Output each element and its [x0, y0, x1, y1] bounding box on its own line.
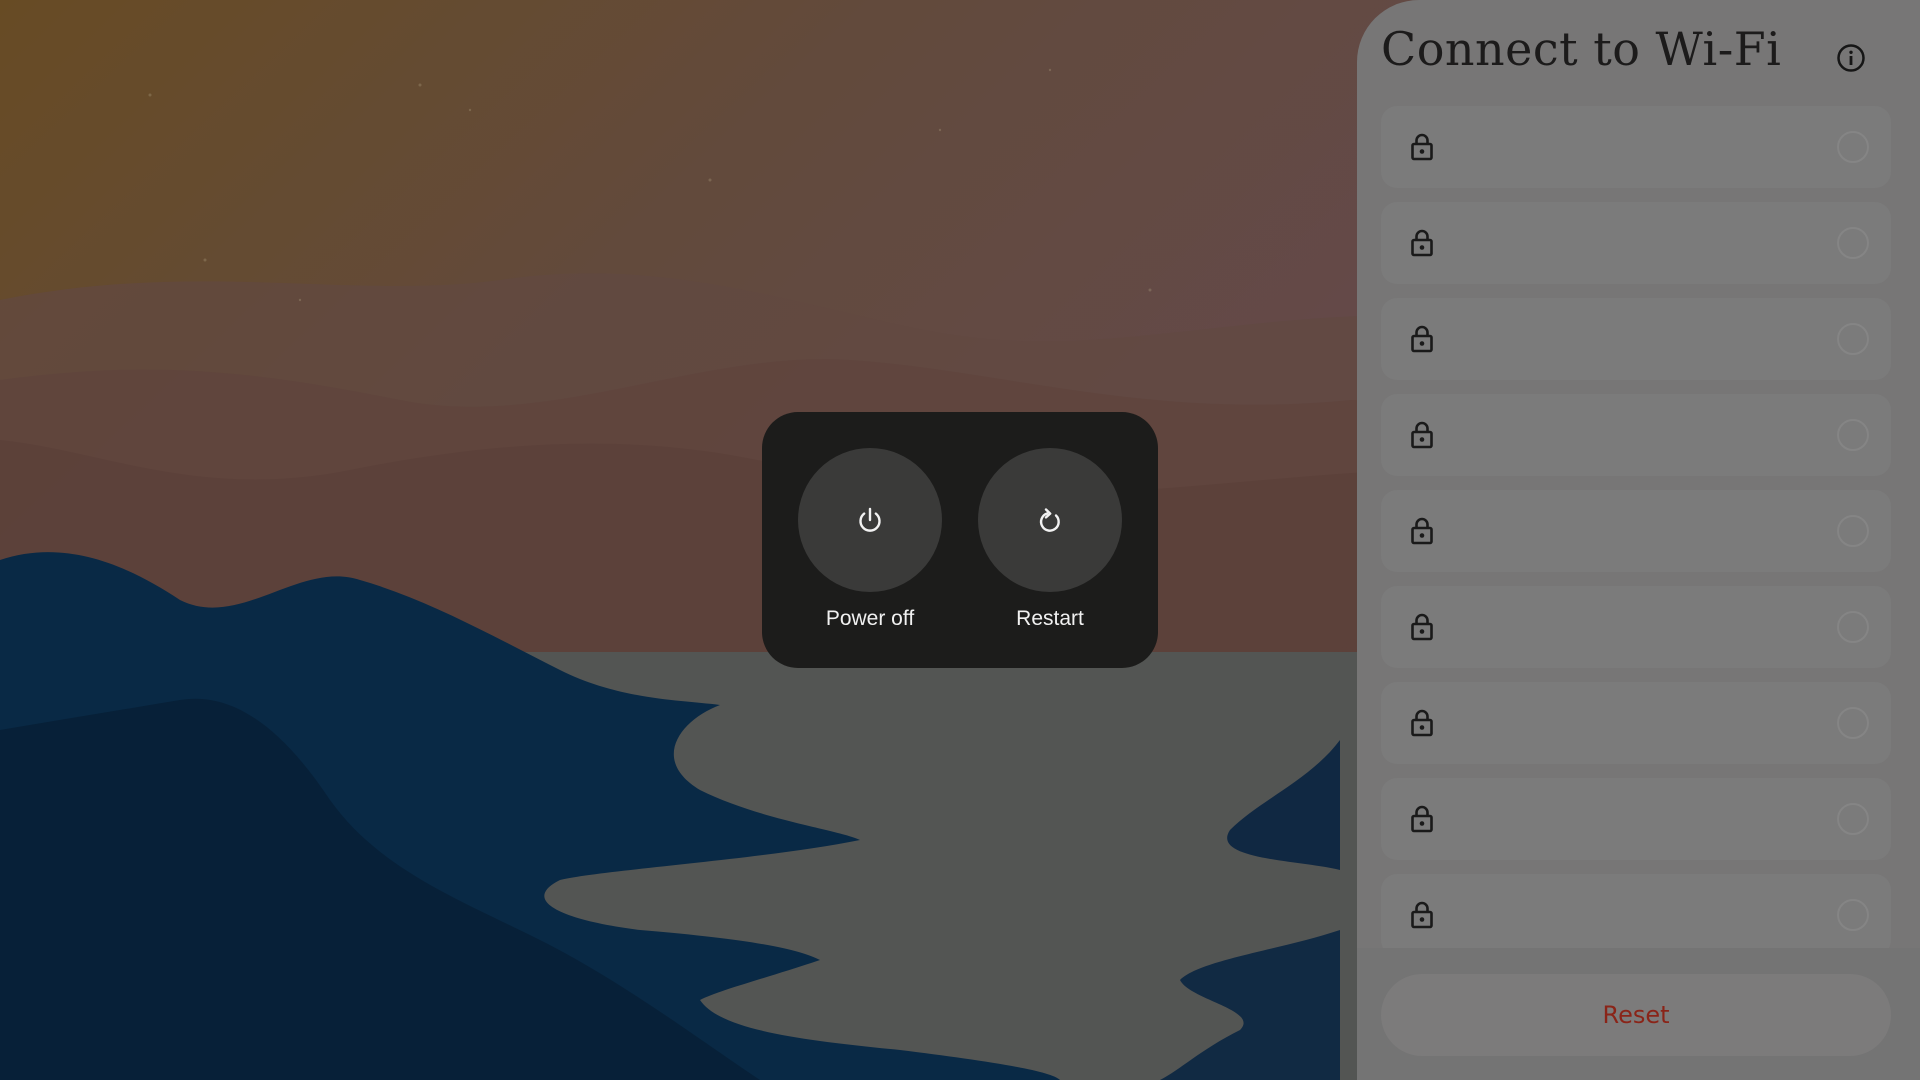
power-icon: [859, 507, 881, 532]
lock-icon: [1406, 802, 1438, 834]
restart-option[interactable]: Restart: [978, 448, 1122, 631]
network-radio-button[interactable]: [1837, 419, 1869, 451]
network-row[interactable]: [1381, 778, 1891, 860]
network-radio-button[interactable]: [1837, 803, 1869, 835]
network-radio-button[interactable]: [1837, 611, 1869, 643]
network-radio-button[interactable]: [1837, 515, 1869, 547]
network-row[interactable]: [1381, 682, 1891, 764]
lock-icon: [1406, 130, 1438, 162]
power-dialog: Power off Restart: [762, 412, 1158, 668]
network-radio-button[interactable]: [1837, 323, 1869, 355]
network-radio-button[interactable]: [1837, 131, 1869, 163]
reset-button[interactable]: Reset: [1381, 974, 1891, 1056]
restart-label: Restart: [1016, 607, 1084, 630]
power-off-button[interactable]: [798, 448, 942, 592]
network-row[interactable]: [1381, 490, 1891, 572]
lock-icon: [1406, 226, 1438, 258]
network-row[interactable]: [1381, 394, 1891, 476]
network-row[interactable]: [1381, 874, 1891, 948]
info-button[interactable]: [1835, 42, 1867, 74]
lock-icon: [1406, 514, 1438, 546]
lock-icon: [1406, 322, 1438, 354]
network-list: [1381, 106, 1891, 948]
network-row[interactable]: [1381, 202, 1891, 284]
lock-icon: [1406, 418, 1438, 450]
power-off-option[interactable]: Power off: [798, 448, 942, 631]
restart-button[interactable]: [978, 448, 1122, 592]
network-row[interactable]: [1381, 298, 1891, 380]
lock-icon: [1406, 706, 1438, 738]
network-radio-button[interactable]: [1837, 899, 1869, 931]
panel-footer: Reset: [1357, 948, 1920, 1080]
wifi-panel-title: Connect to Wi-Fi: [1381, 22, 1782, 76]
network-radio-button[interactable]: [1837, 707, 1869, 739]
wifi-panel: Connect to Wi-Fi Reset: [1357, 0, 1920, 1080]
network-row[interactable]: [1381, 106, 1891, 188]
info-icon: [1837, 44, 1865, 72]
power-off-label: Power off: [825, 607, 915, 630]
network-row[interactable]: [1381, 586, 1891, 668]
restart-icon: [1039, 508, 1060, 532]
lock-icon: [1406, 898, 1438, 930]
network-radio-button[interactable]: [1837, 227, 1869, 259]
lock-icon: [1406, 610, 1438, 642]
